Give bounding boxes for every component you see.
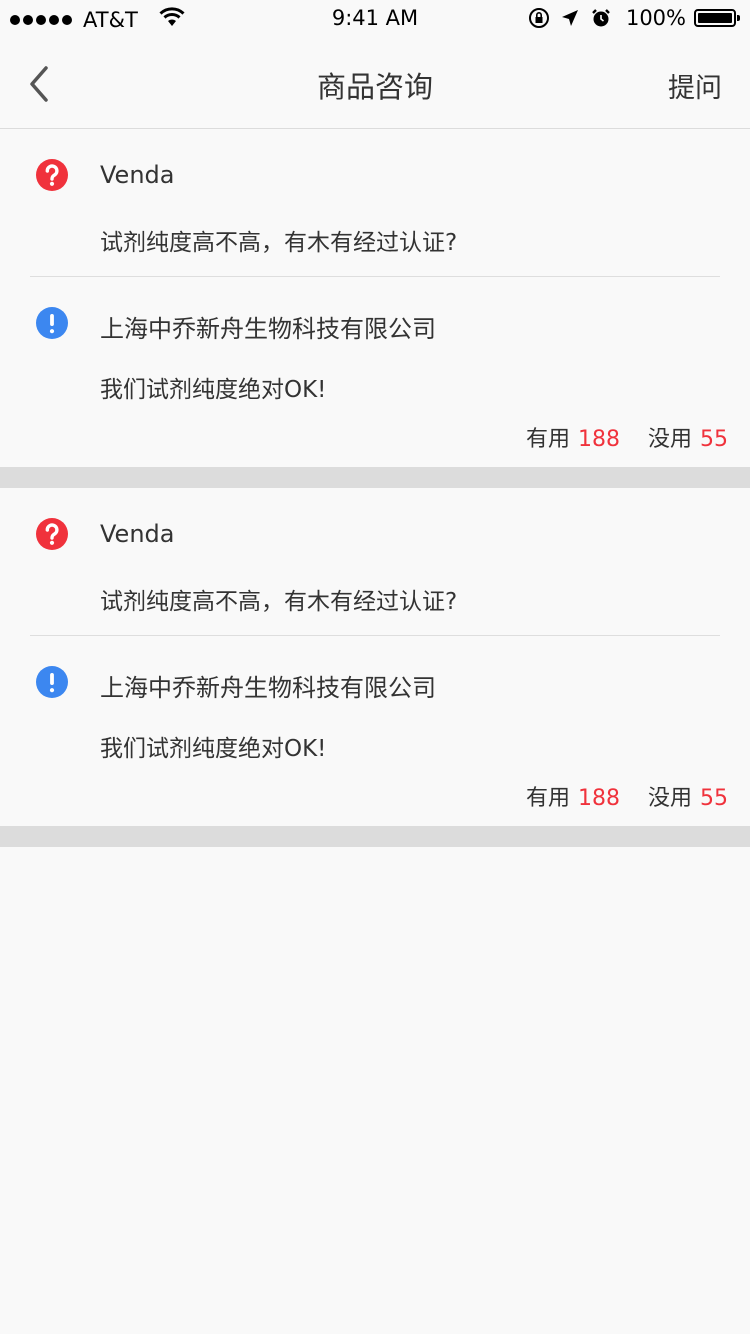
alarm-icon [590,7,612,29]
section-separator [0,826,750,847]
useless-button[interactable]: 没用 55 [648,780,728,812]
page-title: 商品咨询 [316,70,433,104]
answer-company: 上海中乔新舟生物科技有限公司 [100,315,436,343]
battery-percentage: 100% [625,6,686,30]
useless-label: 没用 [647,427,692,452]
vote-bar: 有用 188 没用 55 [526,421,728,453]
question-text: 试剂纯度高不高，有木有经过认证? [100,230,458,256]
answer-text: 我们试剂纯度绝对OK! [100,377,327,403]
question-user: Venda [100,161,175,189]
vote-bar: 有用 188 没用 55 [526,780,728,812]
question-icon [36,518,68,550]
consultation-list: Venda 试剂纯度高不高，有木有经过认证? 上海中乔新舟生物科技有限公司 我们… [0,129,750,847]
ask-question-button[interactable]: 提问 [668,66,722,105]
answer-icon [36,307,68,339]
useful-button[interactable]: 有用 188 [526,421,620,453]
useful-count: 188 [577,786,620,811]
question-text: 试剂纯度高不高，有木有经过认证? [100,589,458,615]
useless-button[interactable]: 没用 55 [648,421,728,453]
useful-label: 有用 [525,427,570,452]
useful-label: 有用 [525,786,570,811]
useless-count: 55 [700,427,728,452]
useful-button[interactable]: 有用 188 [526,780,620,812]
status-bar: AT&T 9:41 AM 100% [0,0,750,40]
useful-count: 188 [577,427,620,452]
battery-icon [694,9,740,27]
useless-label: 没用 [647,786,692,811]
divider [30,635,720,636]
consultation-item: Venda 试剂纯度高不高，有木有经过认证? 上海中乔新舟生物科技有限公司 我们… [0,129,750,467]
question-user: Venda [100,520,175,548]
location-arrow-icon [560,8,580,28]
question-icon [36,159,68,191]
answer-text: 我们试剂纯度绝对OK! [100,736,327,762]
orientation-lock-icon [528,7,550,29]
status-right: 100% [518,6,740,30]
answer-company: 上海中乔新舟生物科技有限公司 [100,674,436,702]
navigation-bar: 商品咨询 提问 [0,40,750,129]
section-separator [0,467,750,488]
divider [30,276,720,277]
consultation-item: Venda 试剂纯度高不高，有木有经过认证? 上海中乔新舟生物科技有限公司 我们… [0,488,750,826]
answer-icon [36,666,68,698]
useless-count: 55 [700,786,728,811]
